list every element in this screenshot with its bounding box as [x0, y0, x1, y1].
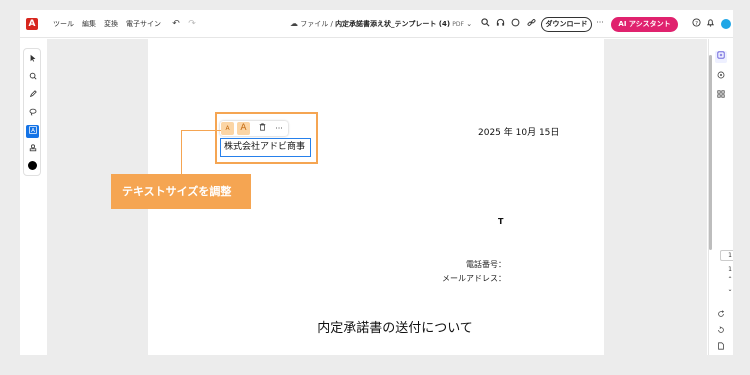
text-cursor-icon: T — [498, 217, 504, 226]
headphones-icon[interactable] — [494, 18, 506, 31]
add-text-icon[interactable]: A — [26, 125, 39, 138]
menu-convert[interactable]: 変換 — [104, 10, 118, 38]
menu-esign[interactable]: 電子サイン — [126, 10, 161, 38]
help-icon[interactable]: ? — [690, 18, 702, 31]
page-down-icon[interactable]: ⌄ — [720, 286, 733, 293]
document-icon[interactable] — [715, 342, 727, 354]
file-breadcrumb[interactable]: ファイル — [300, 20, 328, 28]
chevron-down-icon[interactable]: ⌄ — [466, 20, 472, 28]
ai-assistant-button[interactable]: AI アシスタント — [611, 17, 678, 32]
document-heading: 内定承諾書の送付について — [317, 321, 473, 336]
select-cursor-icon[interactable] — [26, 53, 39, 66]
email-label: メールアドレス： — [442, 274, 506, 283]
stamp-icon[interactable] — [26, 143, 39, 156]
refresh-icon[interactable] — [715, 326, 727, 338]
more-icon[interactable]: ··· — [273, 122, 285, 135]
download-button[interactable]: ダウンロード — [541, 17, 592, 32]
text-edit-toolbar: A A ··· — [220, 121, 288, 136]
link-icon[interactable] — [525, 18, 537, 31]
lasso-icon[interactable] — [26, 107, 39, 120]
cloud-icon: ☁ — [290, 19, 298, 28]
file-type: PDF — [452, 21, 464, 28]
more-options-icon[interactable]: ··· — [594, 17, 606, 29]
top-toolbar: A ツール 編集 変換 電子サイン ↶ ↷ ☁ ファイル / 内定承諾書添え状_… — [20, 10, 733, 38]
page-up-icon[interactable]: ⌃ — [720, 276, 733, 283]
ai-panel-icon[interactable] — [715, 51, 727, 63]
file-separator: / — [330, 20, 333, 28]
ai-assistant-label: AI アシスタント — [618, 20, 671, 28]
comments-panel-icon[interactable] — [715, 71, 727, 83]
pen-icon[interactable] — [26, 89, 39, 102]
page-number-input[interactable]: 1 — [720, 250, 733, 261]
svg-text:A: A — [31, 128, 35, 134]
decrease-text-size-button[interactable]: A — [221, 122, 234, 135]
file-title[interactable]: ☁ ファイル / 内定承諾書添え状_テンプレート (4) PDF ⌄ — [290, 10, 472, 38]
bell-icon[interactable] — [704, 18, 716, 31]
avatar[interactable] — [721, 19, 731, 29]
undo-icon[interactable]: ↶ — [170, 18, 182, 30]
phone-label: 電話番号： — [466, 260, 506, 269]
document-date: 2025 年 10月 15日 — [478, 128, 560, 138]
callout-label: テキストサイズを調整 — [111, 174, 251, 209]
rotate-icon[interactable] — [715, 310, 727, 322]
adobe-acrobat-logo-icon[interactable]: A — [26, 18, 38, 30]
search-icon[interactable] — [479, 18, 491, 31]
trash-icon[interactable] — [256, 122, 268, 135]
scrollbar-thumb[interactable] — [709, 55, 712, 250]
callout-connector — [181, 130, 221, 174]
company-textbox[interactable]: 株式会社アドビ商事 — [220, 138, 311, 157]
menu-tools[interactable]: ツール — [53, 10, 74, 38]
color-picker-icon[interactable] — [28, 161, 37, 170]
redo-icon[interactable]: ↷ — [186, 18, 198, 30]
acrobat-window: A ツール 編集 変換 電子サイン ↶ ↷ ☁ ファイル / 内定承諾書添え状_… — [20, 10, 733, 355]
grid-icon[interactable] — [715, 90, 727, 102]
menu-edit[interactable]: 編集 — [82, 10, 96, 38]
increase-text-size-button[interactable]: A — [237, 122, 250, 135]
page-total: 1 — [728, 266, 732, 273]
comment-icon[interactable] — [509, 18, 521, 31]
left-tool-rail: A — [23, 48, 41, 176]
svg-text:?: ? — [695, 21, 698, 27]
file-name[interactable]: 内定承諾書添え状_テンプレート (4) — [335, 20, 450, 28]
zoom-icon[interactable] — [26, 71, 39, 84]
